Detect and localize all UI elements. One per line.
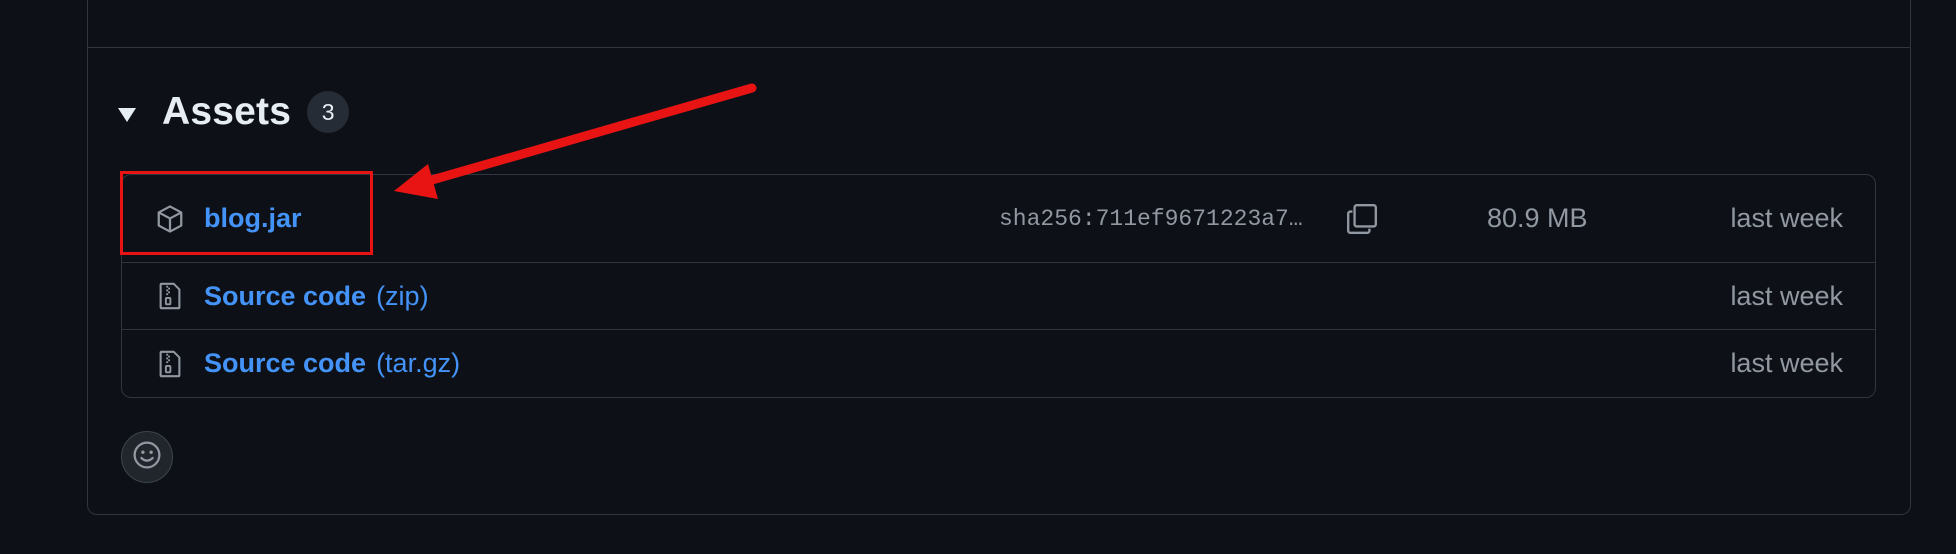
assets-title: Assets — [162, 90, 292, 133]
asset-format: (tar.gz) — [376, 348, 461, 378]
assets-summary-toggle[interactable]: Assets 3 — [118, 84, 350, 140]
asset-sha256: sha256:711ef9671223a7… — [999, 205, 1303, 232]
package-icon — [154, 203, 186, 235]
asset-name: Source code — [204, 348, 367, 378]
asset-name: blog.jar — [204, 203, 302, 233]
file-zip-icon — [154, 348, 186, 380]
copy-icon[interactable] — [1344, 201, 1380, 237]
assets-count-badge: 3 — [307, 91, 350, 133]
section-divider — [88, 47, 1910, 48]
asset-row: Source code (zip) last week — [122, 263, 1875, 330]
asset-size: 80.9 MB — [1487, 203, 1588, 233]
asset-name: Source code — [204, 280, 367, 311]
asset-link-blog-jar[interactable]: blog.jar — [204, 203, 302, 234]
asset-link-source-zip[interactable]: Source code (zip) — [204, 281, 429, 312]
smiley-icon — [132, 440, 162, 475]
asset-row: blog.jar sha256:711ef9671223a7… 80.9 MB … — [122, 175, 1875, 263]
asset-timestamp: last week — [1730, 280, 1843, 311]
asset-timestamp: last week — [1730, 203, 1843, 233]
release-page: Assets 3 blog.jar sha256:711ef9671223a7…… — [0, 0, 1956, 554]
file-zip-icon — [154, 280, 186, 312]
triangle-down-icon[interactable] — [118, 108, 136, 122]
asset-row: Source code (tar.gz) last week — [122, 330, 1875, 397]
assets-list: blog.jar sha256:711ef9671223a7… 80.9 MB … — [121, 174, 1876, 398]
asset-link-source-targz[interactable]: Source code (tar.gz) — [204, 348, 460, 379]
asset-timestamp: last week — [1730, 348, 1843, 378]
add-reaction-button[interactable] — [121, 431, 173, 483]
asset-format: (zip) — [376, 280, 429, 311]
